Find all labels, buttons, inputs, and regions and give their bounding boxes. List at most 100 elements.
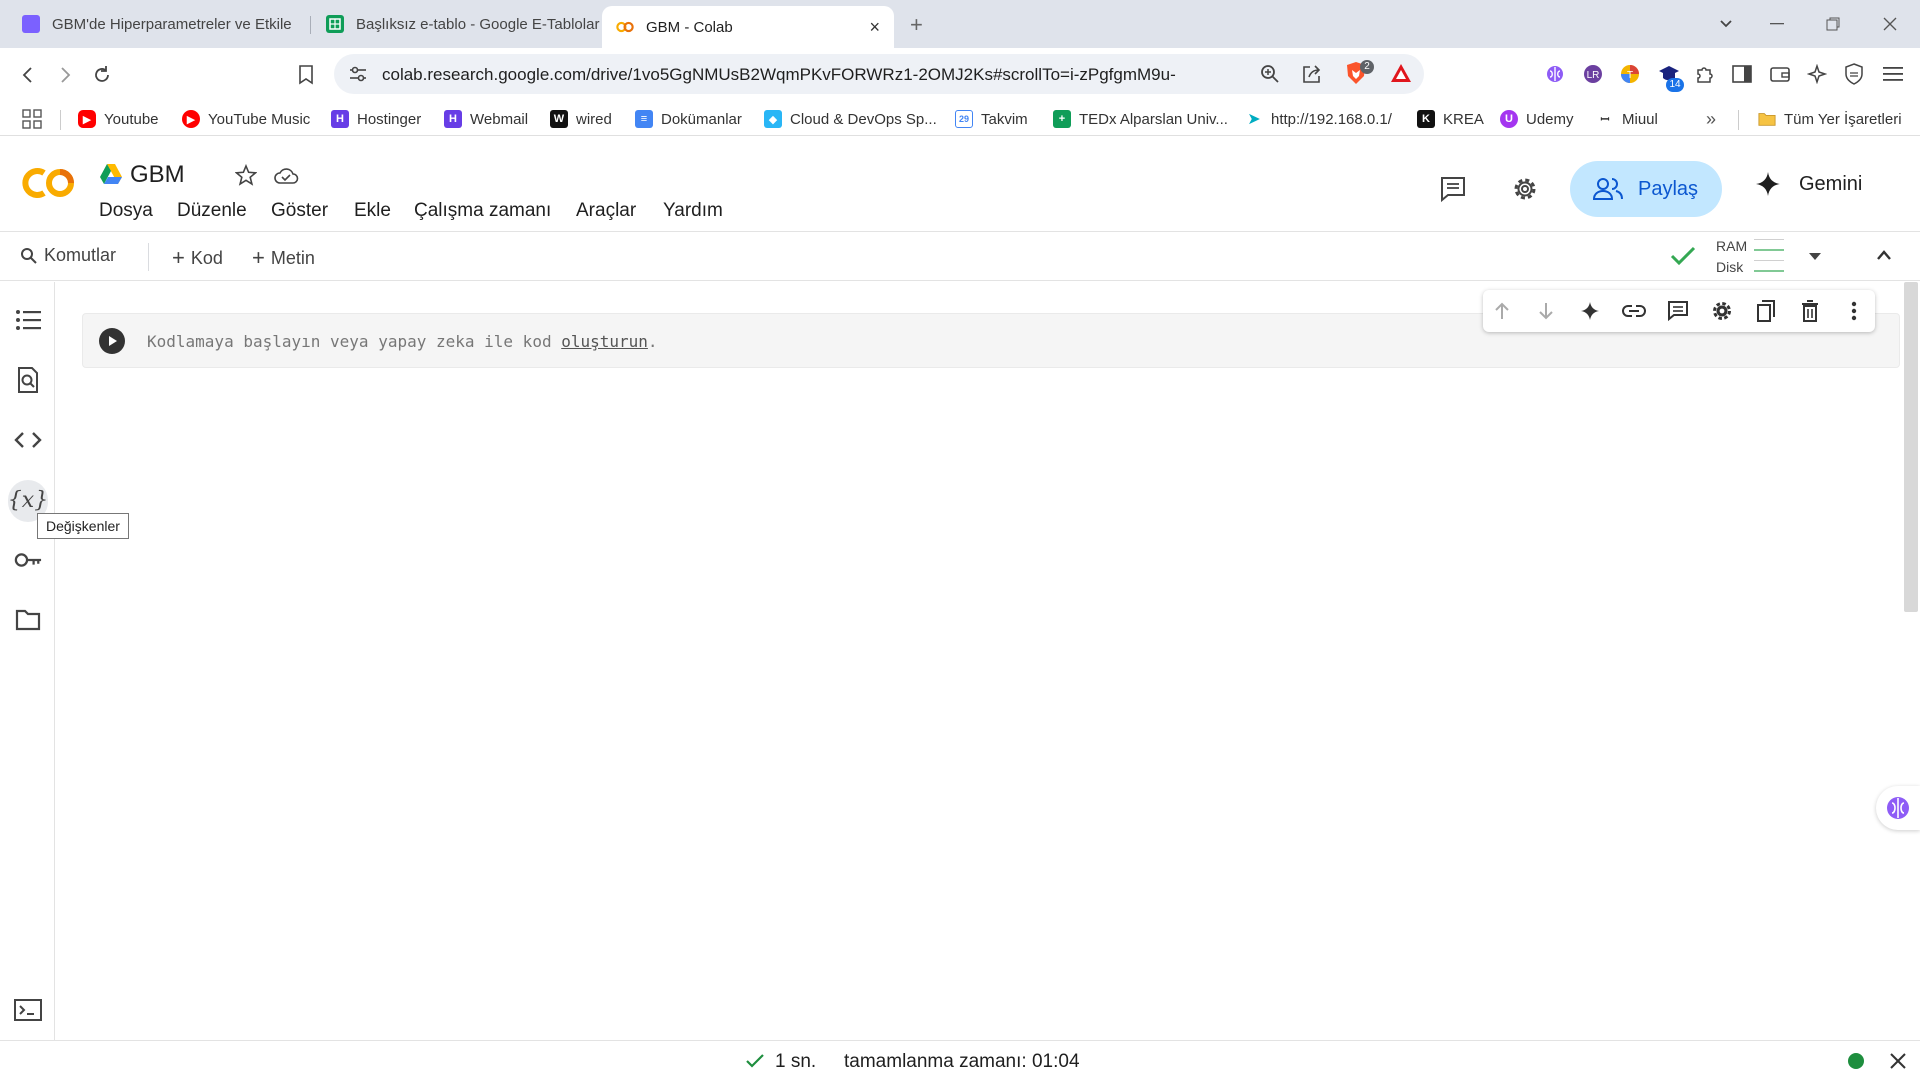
menu-ekle[interactable]: Ekle [354,200,391,222]
move-cell-down-icon[interactable] [1534,299,1558,323]
close-tab-icon[interactable]: × [869,17,880,38]
cloud-saved-icon[interactable] [270,159,302,191]
menu-araclar[interactable]: Araçlar [576,200,636,222]
extension-colorful-icon[interactable]: T [1619,63,1641,85]
run-cell-button[interactable] [99,328,125,354]
table-of-contents-icon[interactable] [14,306,42,334]
completion-time: tamamlanma zamanı: 01:04 [844,1051,1080,1072]
bookmark-takvim[interactable]: 29 Takvim [955,108,1028,130]
add-code-button[interactable]: + Kod [172,245,223,271]
wallet-icon[interactable] [1769,63,1791,85]
extension-purple-icon[interactable]: LR [1582,63,1604,85]
google-drive-icon[interactable] [99,163,123,185]
brain-extension-icon[interactable] [1544,63,1566,85]
bookmarks-divider [60,110,61,130]
cell-settings-gear-icon[interactable] [1710,299,1734,323]
vpn-shield-icon[interactable] [1843,63,1865,85]
secrets-key-icon[interactable] [14,546,42,574]
gemini-sparkle-icon[interactable] [1578,299,1602,323]
brave-rewards-icon[interactable] [1390,62,1412,84]
bookmarks-bar: ▶ Youtube ▶ YouTube Music H Hostinger H Webm… [0,102,1920,136]
new-tab-button[interactable]: + [910,12,923,38]
variables-icon[interactable]: {x} [8,486,48,514]
tab-gbm-hyperparameters[interactable]: GBM'de Hiperparametreler ve Etkile [8,6,308,42]
bookmarks-overflow-button[interactable]: » [1706,108,1716,130]
sidebar-toggle-icon[interactable] [1731,63,1753,85]
tab-gbm-colab[interactable]: GBM - Colab × [602,6,894,48]
bookmark-hostinger[interactable]: H Hostinger [331,108,421,130]
svg-text:T: T [1627,70,1633,81]
notebook-scrollbar[interactable] [1904,282,1918,612]
browser-menu-icon[interactable] [1882,63,1904,85]
bookmark-router[interactable]: ➤ http://192.168.0.1/ [1245,108,1392,130]
move-cell-up-icon[interactable] [1490,299,1514,323]
bookmark-webmail[interactable]: H Webmail [444,108,528,130]
leo-ai-icon[interactable] [1806,63,1828,85]
bookmark-dokumanlar[interactable]: ≡ Dokümanlar [635,108,742,130]
close-window-button[interactable] [1878,12,1902,36]
apps-grid-icon[interactable] [22,108,42,130]
menu-calisma-zamani[interactable]: Çalışma zamanı [414,200,551,222]
menu-dosya[interactable]: Dosya [99,200,153,222]
generate-code-link[interactable]: oluşturun [561,332,648,351]
site-settings-icon[interactable] [346,62,370,86]
find-replace-icon[interactable] [14,366,42,394]
share-page-icon[interactable] [1300,62,1324,86]
files-folder-icon[interactable] [14,606,42,634]
cell-toolbar [1483,290,1875,332]
bookmark-cloud-devops[interactable]: ◆ Cloud & DevOps Sp... [764,108,937,130]
notebook-name[interactable]: GBM [130,161,185,189]
delete-cell-icon[interactable] [1798,299,1822,323]
link-icon[interactable] [1622,299,1646,323]
code-snippets-icon[interactable] [14,426,42,454]
menu-goster[interactable]: Göster [271,200,328,222]
all-bookmarks-button[interactable]: Tüm Yer İşaretleri [1758,108,1902,130]
add-text-button[interactable]: + Metin [252,245,315,271]
extensions-puzzle-icon[interactable] [1694,63,1716,85]
cell-placeholder[interactable]: Kodlamaya başlayın veya yapay zeka ile k… [147,332,658,351]
cell-comment-icon[interactable] [1666,299,1690,323]
back-button[interactable] [15,62,41,88]
connected-check-icon[interactable] [1670,245,1696,267]
bookmark-wired[interactable]: Wwired [550,108,612,130]
share-button[interactable]: Paylaş [1570,161,1722,217]
more-options-icon[interactable] [1842,299,1866,323]
commands-button[interactable]: Komutlar [20,245,116,266]
tab-title: GBM - Colab [646,18,733,36]
wired-icon: W [550,110,568,128]
restore-window-button[interactable] [1821,12,1845,36]
bookmark-youtube-music[interactable]: ▶ YouTube Music [182,108,310,130]
execution-check-icon [746,1053,764,1069]
mirror-cell-icon[interactable] [1754,299,1778,323]
bookmark-page-icon[interactable] [293,62,319,88]
close-status-icon[interactable] [1890,1053,1906,1069]
minimize-window-button[interactable] [1765,12,1789,36]
tab-google-sheets[interactable]: Başlıksız e-tablo - Google E-Tablolar [312,6,602,42]
bookmark-youtube[interactable]: ▶ Youtube [78,108,159,130]
zoom-icon[interactable] [1258,62,1282,86]
menu-duzenle[interactable]: Düzenle [177,200,247,222]
brain-extension-floating-button[interactable] [1876,786,1920,830]
bookmark-tedx[interactable]: + TEDx Alparslan Univ... [1053,108,1228,130]
notebook-toolbar: Komutlar + Kod + Metin RAM Disk [0,233,1920,281]
menu-yardim[interactable]: Yardım [663,200,723,222]
runtime-status-dot[interactable] [1848,1053,1864,1069]
omnibox[interactable]: colab.research.google.com/drive/1vo5GgNM… [334,54,1424,94]
comments-icon[interactable] [1437,173,1469,205]
gemini-button[interactable]: Gemini [1755,171,1862,197]
reload-button[interactable] [89,62,115,88]
settings-gear-icon[interactable] [1509,173,1541,205]
bookmark-udemy[interactable]: U Udemy [1500,108,1574,130]
resource-monitor[interactable]: RAM Disk [1716,236,1747,278]
collapse-header-icon[interactable] [1876,249,1892,261]
youtube-icon: ▶ [78,110,96,128]
bookmark-miuul[interactable]: ꟷ Miuul [1596,108,1658,130]
runtime-dropdown-icon[interactable] [1808,251,1822,261]
bookmark-krea[interactable]: K KREA [1417,108,1484,130]
terminal-icon[interactable] [14,996,42,1024]
forward-button[interactable] [52,62,78,88]
star-icon[interactable] [230,159,262,191]
tab-search-icon[interactable] [1714,12,1738,36]
google-docs-icon: ≡ [635,110,653,128]
colab-logo[interactable] [20,165,80,201]
